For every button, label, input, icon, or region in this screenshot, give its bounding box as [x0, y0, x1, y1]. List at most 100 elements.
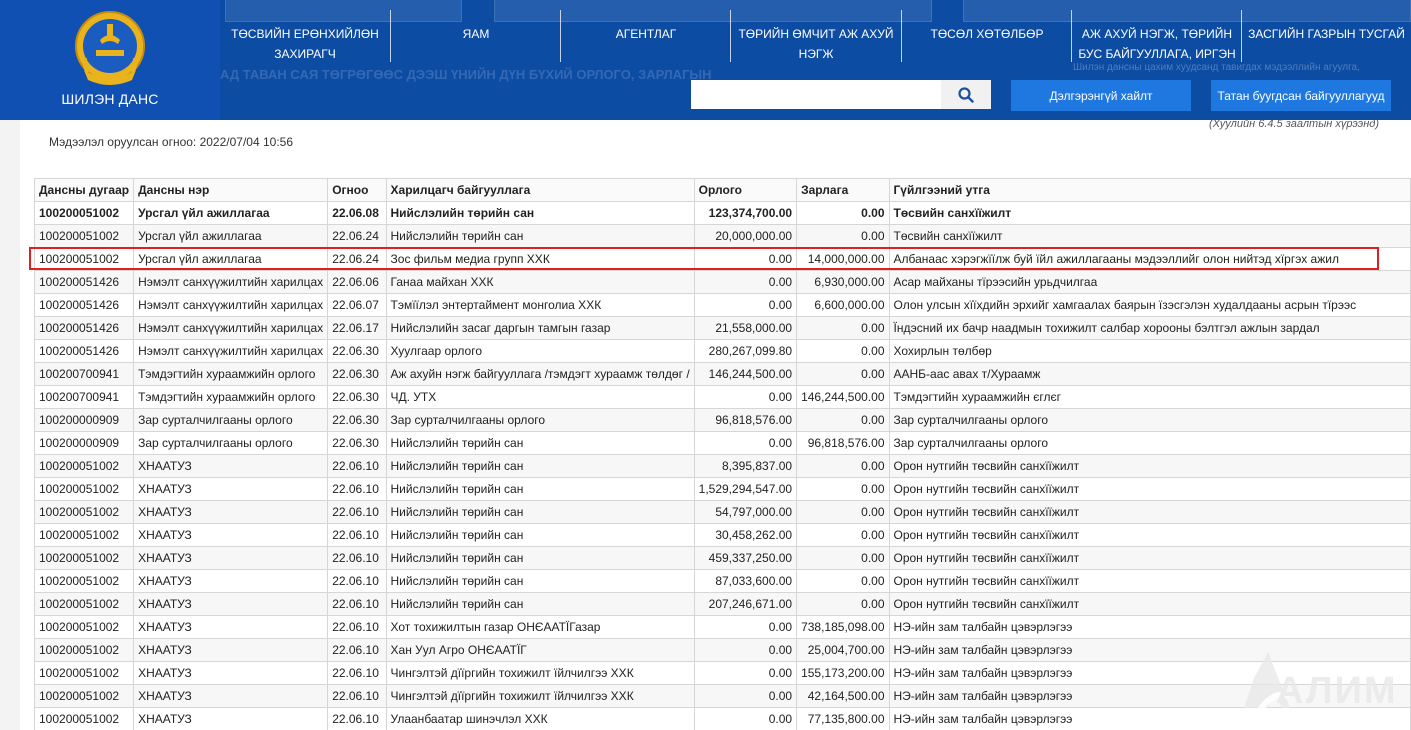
main-nav: ТӨСВИЙН ЕРӨНХИЙЛӨН ЗАХИРАГЧ ЯАМ АГЕНТЛАГ…	[220, 10, 1411, 70]
counterparty-cell: Чингэлтэй дїїргийн тохижилт їйлчилгээ ХХ…	[385, 661, 695, 685]
income-cell: 0.00	[693, 638, 798, 662]
col-header-date[interactable]: Огноо	[327, 178, 387, 202]
description-cell: Орон нутгийн төсвийн санхїїжилт	[888, 454, 1411, 478]
date-cell: 22.06.10	[327, 661, 387, 685]
description-cell: Орон нутгийн төсвийн санхїїжилт	[888, 569, 1411, 593]
account-number-cell: 100200051002	[33, 707, 135, 730]
counterparty-cell: Нийслэлийн төрийн сан	[385, 454, 695, 478]
counterparty-cell: Нийслэлийн төрийн сан	[385, 224, 695, 248]
nav-label: ЗАСГИЙН ГАЗРЫН ТУСГАЙ	[1248, 27, 1405, 41]
table-row[interactable]: 100200051002 ХНААТУЗ 22.06.10 Нийслэлийн тө…	[33, 523, 1411, 547]
table-row[interactable]: 100200051002 ХНААТУЗ 22.06.10 Чингэлтэй дїї…	[33, 661, 1411, 685]
income-cell: 0.00	[693, 615, 798, 639]
nav-item-projects[interactable]: ТӨСӨЛ ХӨТӨЛБӨР	[902, 10, 1072, 66]
table-row[interactable]: 100200051002 ХНААТУЗ 22.06.10 Улаанбаатар ш…	[33, 707, 1411, 730]
date-cell: 22.06.10	[327, 500, 387, 524]
income-cell: 0.00	[693, 270, 798, 294]
table-body: 100200051002 Урсгал үйл ажиллагаа 22.06.08…	[33, 201, 1411, 730]
col-header-description[interactable]: Гүйлгээний утга	[888, 178, 1411, 202]
soyombo-emblem-icon	[75, 11, 145, 85]
table-row[interactable]: 100200051002 Урсгал үйл ажиллагаа 22.06.24…	[33, 224, 1411, 248]
description-cell: Орон нутгийн төсвийн санхїїжилт	[888, 500, 1411, 524]
law-note: (Хуулийн 6.4.5 заалтын хүрээнд)	[1209, 120, 1379, 130]
income-cell: 0.00	[693, 661, 798, 685]
nav-item-agency[interactable]: АГЕНТЛАГ	[561, 10, 731, 66]
table-row[interactable]: 100200051002 ХНААТУЗ 22.06.10 Нийслэлийн тө…	[33, 592, 1411, 616]
table-row[interactable]: 100200051002 Урсгал үйл ажиллагаа 22.06.08…	[33, 201, 1411, 225]
nav-item-budget-manager[interactable]: ТӨСВИЙН ЕРӨНХИЙЛӨН ЗАХИРАГЧ	[220, 10, 390, 66]
counterparty-cell: Нийслэлийн төрийн сан	[385, 477, 695, 501]
nav-item-ministry[interactable]: ЯАМ	[391, 10, 561, 66]
table-row[interactable]: 100200700941 Тэмдэгтийн хураамжийн орлого…	[33, 362, 1411, 386]
header: АД ТАВАН САЯ ТӨГРӨГӨӨС ДЭЭШ ҮНИЙН ДҮН БҮ…	[0, 0, 1411, 120]
table-row[interactable]: 100200051426 Нэмэлт санхүүжилтийн харилца…	[33, 270, 1411, 294]
table-row[interactable]: 100200051002 ХНААТУЗ 22.06.10 Хот тохижилты…	[33, 615, 1411, 639]
col-header-account-name[interactable]: Дансны нэр	[133, 178, 329, 202]
table-row[interactable]: 100200000909 Зар сурталчилгааны орлого 22.…	[33, 408, 1411, 432]
description-cell: Төсвийн санхїїжилт	[888, 201, 1411, 225]
date-cell: 22.06.10	[327, 546, 387, 570]
expense-cell: 0.00	[796, 224, 890, 248]
account-number-cell: 100200051002	[33, 224, 135, 248]
search-button[interactable]	[941, 80, 991, 109]
col-header-account-number[interactable]: Дансны дугаар	[33, 178, 135, 202]
date-cell: 22.06.17	[327, 316, 387, 340]
date-cell: 22.06.08	[327, 201, 387, 225]
table-row[interactable]: 100200051002 ХНААТУЗ 22.06.10 Нийслэлийн тө…	[33, 569, 1411, 593]
income-cell: 146,244,500.00	[693, 362, 798, 386]
nav-label: ТӨРИЙН ӨМЧИТ АЖ АХУЙ НЭГЖ	[738, 27, 894, 61]
account-number-cell: 100200051002	[33, 592, 135, 616]
income-cell: 8,395,837.00	[693, 454, 798, 478]
table-row[interactable]: 100200051426 Нэмэлт санхүүжилтийн харилца…	[33, 293, 1411, 317]
table-row[interactable]: 100200051002 ХНААТУЗ 22.06.10 Нийслэлийн тө…	[33, 546, 1411, 570]
account-name-cell: Зар сурталчилгааны орлого	[133, 408, 329, 432]
nav-item-entities[interactable]: АЖ АХУЙ НЭГЖ, ТӨРИЙН БУС БАЙГУУЛЛАГА, ИР…	[1072, 10, 1242, 66]
table-row[interactable]: 100200051002 ХНААТУЗ 22.06.10 Нийслэлийн тө…	[33, 454, 1411, 478]
watermark-text: АЛИМ	[1276, 670, 1398, 712]
table-row[interactable]: 100200051002 ХНААТУЗ 22.06.10 Хан Уул Агро …	[33, 638, 1411, 662]
counterparty-cell: Нийслэлийн төрийн сан	[385, 523, 695, 547]
description-cell: Орон нутгийн төсвийн санхїїжилт	[888, 592, 1411, 616]
col-header-expense[interactable]: Зарлага	[796, 178, 890, 202]
expense-cell: 0.00	[796, 523, 890, 547]
liquidated-organizations-button[interactable]: Татан буугдсан байгууллагууд	[1211, 80, 1391, 111]
counterparty-cell: Нийслэлийн төрийн сан	[385, 569, 695, 593]
date-cell: 22.06.10	[327, 615, 387, 639]
account-number-cell: 100200051002	[33, 684, 135, 708]
description-cell: Орон нутгийн төсвийн санхїїжилт	[888, 477, 1411, 501]
nav-item-government-special[interactable]: ЗАСГИЙН ГАЗРЫН ТУСГАЙ	[1242, 10, 1411, 66]
counterparty-cell: Нийслэлийн төрийн сан	[385, 431, 695, 455]
counterparty-cell: Нийслэлийн төрийн сан	[385, 500, 695, 524]
table-row[interactable]: 100200051002 ХНААТУЗ 22.06.10 Нийслэлийн тө…	[33, 477, 1411, 501]
account-name-cell: ХНААТУЗ	[133, 546, 329, 570]
table-row[interactable]: 100200700941 Тэмдэгтийн хураамжийн орлого…	[33, 385, 1411, 409]
income-cell: 0.00	[693, 293, 798, 317]
table-row[interactable]: 100200051002 Урсгал үйл ажиллагаа 22.06.24…	[33, 247, 1411, 271]
account-name-cell: ХНААТУЗ	[133, 523, 329, 547]
date-cell: 22.06.10	[327, 707, 387, 730]
income-cell: 0.00	[693, 247, 798, 271]
search-input[interactable]	[691, 80, 941, 109]
expense-cell: 738,185,098.00	[796, 615, 890, 639]
account-name-cell: ХНААТУЗ	[133, 592, 329, 616]
expense-cell: 14,000,000.00	[796, 247, 890, 271]
col-header-income[interactable]: Орлого	[693, 178, 798, 202]
income-cell: 0.00	[693, 707, 798, 730]
table-row[interactable]: 100200000909 Зар сурталчилгааны орлого 22.…	[33, 431, 1411, 455]
table-row[interactable]: 100200051002 ХНААТУЗ 22.06.10 Нийслэлийн тө…	[33, 500, 1411, 524]
table-row[interactable]: 100200051426 Нэмэлт санхүүжилтийн харилца…	[33, 316, 1411, 340]
account-number-cell: 100200000909	[33, 408, 135, 432]
nav-label: АЖ АХУЙ НЭГЖ, ТӨРИЙН БУС БАЙГУУЛЛАГА, ИР…	[1078, 27, 1236, 61]
logo-area[interactable]: ШИЛЭН ДАНС	[0, 0, 220, 120]
account-name-cell: ХНААТУЗ	[133, 707, 329, 730]
advanced-search-button[interactable]: Дэлгэрэнгүй хайлт	[1011, 80, 1191, 111]
table-row[interactable]: 100200051426 Нэмэлт санхүүжилтийн харилца…	[33, 339, 1411, 363]
table-row[interactable]: 100200051002 ХНААТУЗ 22.06.10 Чингэлтэй дїї…	[33, 684, 1411, 708]
col-header-counterparty[interactable]: Харилцагч байгууллага	[385, 178, 695, 202]
expense-cell: 0.00	[796, 454, 890, 478]
account-number-cell: 100200051002	[33, 201, 135, 225]
nav-item-state-owned[interactable]: ТӨРИЙН ӨМЧИТ АЖ АХУЙ НЭГЖ	[731, 10, 901, 66]
description-cell: НЭ-ийн зам талбайн цэвэрлэгээ	[888, 615, 1411, 639]
expense-cell: 0.00	[796, 500, 890, 524]
date-cell: 22.06.10	[327, 477, 387, 501]
